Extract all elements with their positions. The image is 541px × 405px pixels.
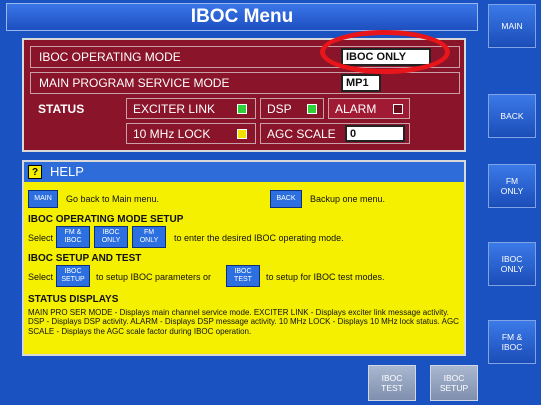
dsp-label: DSP (267, 102, 292, 116)
alarm-led (393, 104, 403, 114)
setup-heading: IBOC SETUP AND TEST (28, 253, 142, 264)
op-mode-heading: IBOC OPERATING MODE SETUP (28, 214, 184, 225)
help-icon: ? (28, 165, 42, 179)
help-header: ? HELP (24, 162, 464, 182)
bottom-iboc-setup-button[interactable]: IBOC SETUP (430, 365, 478, 401)
help-back-text: Backup one menu. (310, 194, 386, 204)
side-fm-only-button[interactable]: FM ONLY (488, 164, 536, 208)
side-main-button[interactable]: MAIN (488, 4, 536, 48)
help-back-button[interactable]: BACK (270, 190, 302, 208)
side-iboc-only-button[interactable]: IBOC ONLY (488, 242, 536, 286)
lock-label: 10 MHz LOCK (133, 127, 211, 141)
page-title: IBOC Menu (6, 3, 478, 31)
lock-cell: 10 MHz LOCK (126, 123, 256, 144)
status-displays-heading: STATUS DISPLAYS (28, 294, 119, 305)
service-mode-value: MP1 (341, 74, 381, 92)
exciter-link-led (237, 104, 247, 114)
select-label-1: Select (28, 233, 54, 243)
help-panel: ? HELP MAIN Go back to Main menu. BACK B… (22, 160, 466, 356)
service-mode-label: MAIN PROGRAM SERVICE MODE (39, 76, 230, 90)
side-fm-iboc-button[interactable]: FM & IBOC (488, 320, 536, 364)
iboc-menu-screen: IBOC Menu IBOC OPERATING MODE IBOC ONLY … (0, 0, 541, 405)
setup-text: to setup IBOC parameters or (96, 272, 212, 282)
status-displays-text: MAIN PRO SER MODE - Displays main channe… (28, 308, 459, 336)
bottom-iboc-test-button[interactable]: IBOC TEST (368, 365, 416, 401)
test-text: to setup for IBOC test modes. (266, 272, 385, 282)
alarm-label: ALARM (335, 102, 377, 116)
help-fm-only-button[interactable]: FM ONLY (132, 226, 166, 248)
help-fm-iboc-button[interactable]: FM & IBOC (56, 226, 90, 248)
exciter-link-label: EXCITER LINK (133, 102, 216, 116)
exciter-link-cell: EXCITER LINK (126, 98, 256, 119)
help-main-button[interactable]: MAIN (28, 190, 58, 208)
help-iboc-only-button[interactable]: IBOC ONLY (94, 226, 128, 248)
help-iboc-test-button[interactable]: IBOC TEST (226, 265, 260, 287)
alarm-cell: ALARM (328, 98, 410, 119)
dsp-led (307, 104, 317, 114)
op-mode-text: to enter the desired IBOC operating mode… (174, 233, 344, 243)
status-row: STATUS EXCITER LINK DSP ALARM 10 MHz LOC… (30, 98, 460, 146)
service-mode-row: MAIN PROGRAM SERVICE MODE MP1 (30, 72, 460, 94)
side-back-button[interactable]: BACK (488, 94, 536, 138)
agc-cell: AGC SCALE 0 (260, 123, 410, 144)
help-main-text: Go back to Main menu. (66, 194, 160, 204)
select-label-2: Select (28, 272, 54, 282)
highlight-ellipse (320, 30, 450, 74)
operating-mode-label: IBOC OPERATING MODE (39, 50, 181, 64)
agc-label: AGC SCALE (267, 127, 336, 141)
lock-led (237, 129, 247, 139)
dsp-cell: DSP (260, 98, 324, 119)
status-label: STATUS (38, 102, 85, 116)
agc-value: 0 (345, 125, 405, 142)
help-title: HELP (50, 164, 84, 179)
help-iboc-setup-button[interactable]: IBOC SETUP (56, 265, 90, 287)
